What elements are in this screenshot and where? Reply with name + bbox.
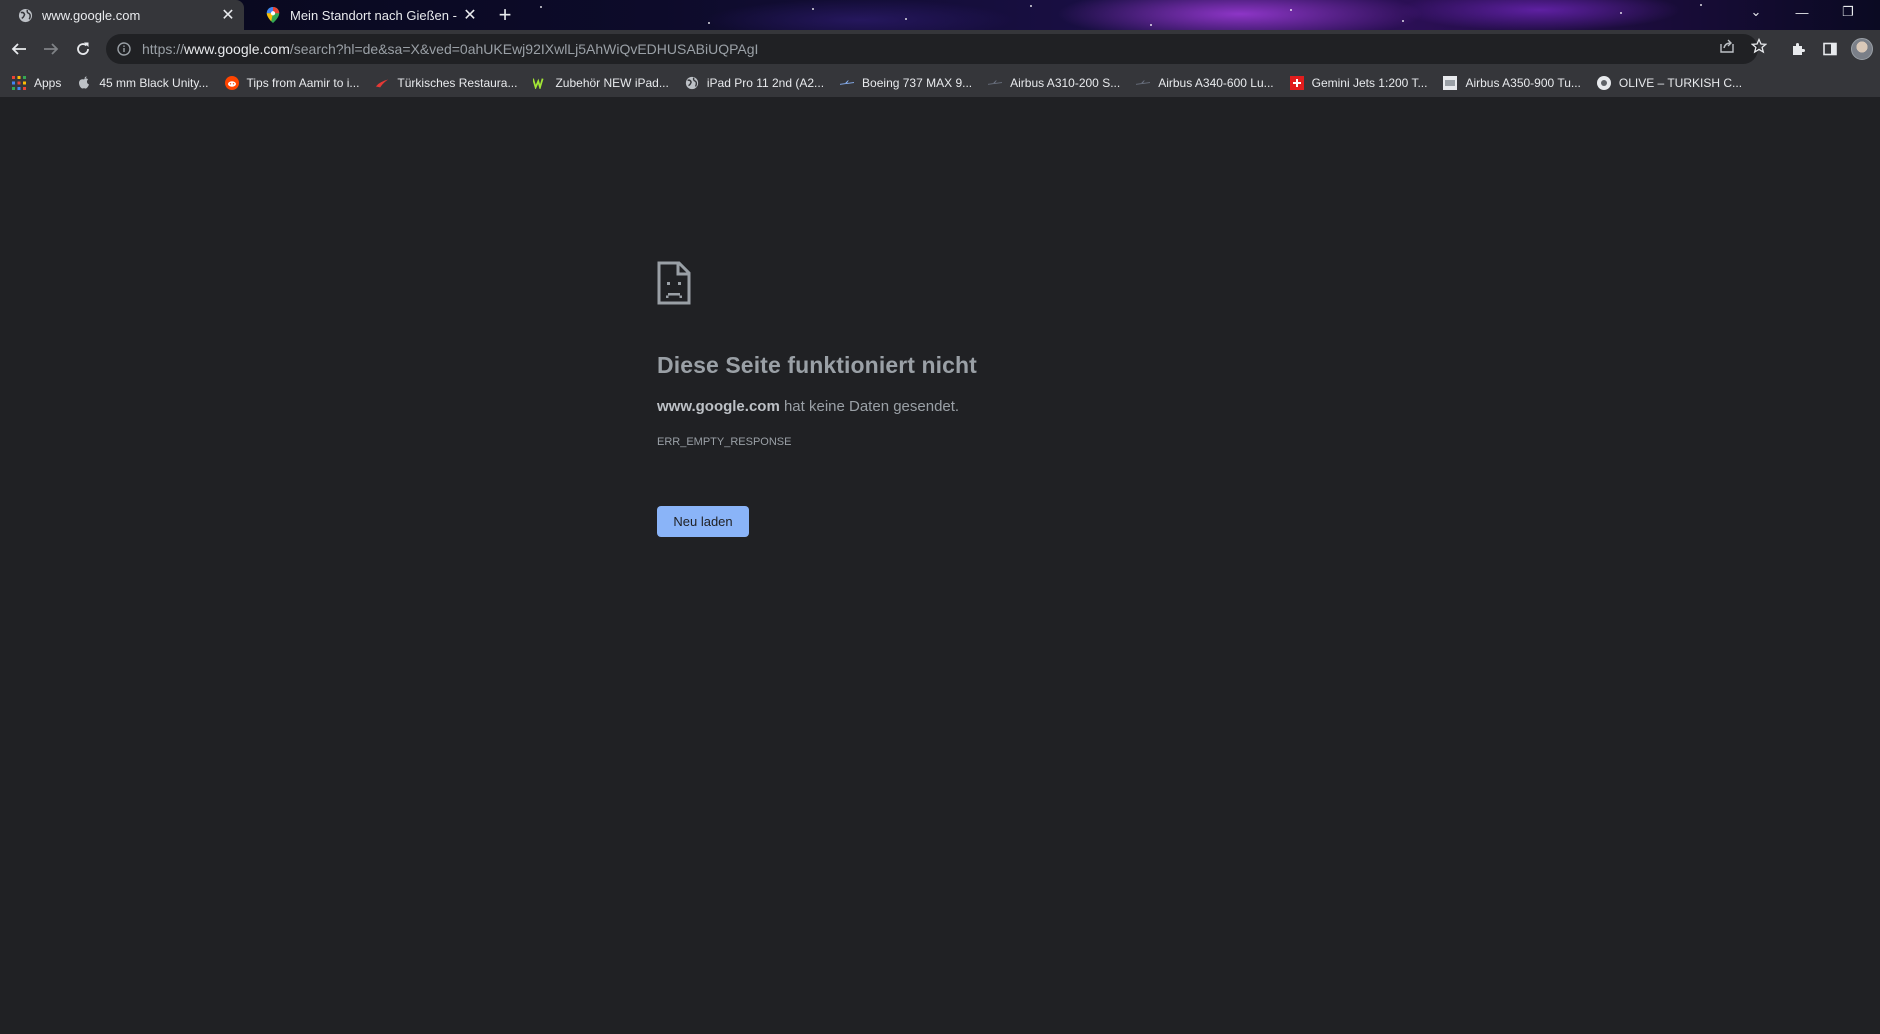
star-icon[interactable] [1749,36,1769,56]
extensions-icon[interactable] [1784,35,1812,63]
reload-icon[interactable] [69,35,97,63]
restore-icon[interactable]: ❐ [1825,0,1871,24]
back-icon[interactable] [5,35,33,63]
globe-icon [685,76,699,90]
sad-document-icon [657,261,691,305]
swiss-flag-icon [1289,75,1304,90]
close-tab-icon[interactable]: ✕ [460,5,480,25]
google-maps-pin-icon [265,7,281,23]
background-star [1402,20,1404,22]
background-star [1150,24,1152,26]
bookmark-label: Tips from Aamir to i... [246,75,360,90]
bookmark-airbus-a350[interactable]: Airbus A350-900 Tu... [1437,71,1586,95]
address-bar[interactable]: https://www.google.com/search?hl=de&sa=X… [106,34,1758,64]
url-host: www.google.com [184,41,290,57]
avatar [1851,38,1873,60]
url-scheme: https:// [142,41,185,57]
globe-icon [17,7,33,23]
bookmark-airbus-a340[interactable]: Airbus A340-600 Lu... [1130,71,1279,95]
error-description: www.google.com hat keine Daten gesendet. [657,398,959,415]
error-host: www.google.com [657,398,780,415]
bookmark-boeing-737[interactable]: Boeing 737 MAX 9... [834,71,978,95]
bookmark-apple-watch[interactable]: 45 mm Black Unity... [71,71,214,95]
tab-title: www.google.com [42,7,141,23]
bookmark-apps[interactable]: Apps [6,71,67,95]
new-tab-button[interactable]: + [493,3,517,27]
bookmark-label: Zubehör NEW iPad... [555,75,669,90]
plane-icon [1136,76,1151,90]
background-star [812,8,814,10]
apple-icon [77,75,91,90]
w-logo-icon [533,76,547,90]
bookmark-reddit[interactable]: Tips from Aamir to i... [219,71,366,95]
background-star [1700,4,1702,6]
tab-google-maps[interactable]: Mein Standort nach Gießen - Goo ✕ [248,0,486,30]
minimize-icon[interactable]: — [1779,0,1825,24]
url-path: /search?hl=de&sa=X&ved=0ahUKEwj92IXwlLj5… [289,41,759,57]
error-code: ERR_EMPTY_RESPONSE [657,436,792,448]
bookmark-label: Boeing 737 MAX 9... [862,75,973,90]
reload-button[interactable]: Neu laden [657,506,749,537]
close-tab-icon[interactable]: ✕ [218,5,238,25]
bookmark-label: Airbus A340-600 Lu... [1158,75,1274,90]
bookmark-label: Airbus A350-900 Tu... [1465,75,1581,90]
page-content: Diese Seite funktioniert nicht www.googl… [0,98,1880,1034]
background-star [1620,12,1622,14]
bookmark-gemini-jets[interactable]: Gemini Jets 1:200 T... [1284,71,1434,95]
tab-strip: www.google.com ✕ Mein Standort nach Gieß… [0,0,1880,30]
bookmark-label: Gemini Jets 1:200 T... [1311,75,1428,90]
bookmark-label: Airbus A310-200 S... [1010,75,1121,90]
profile-avatar[interactable] [1848,35,1876,63]
url-text: https://www.google.com/search?hl=de&sa=X… [142,41,758,57]
bookmark-turkish-restaurant[interactable]: Türkisches Restaura... [369,71,523,95]
plane-icon [988,76,1003,90]
airline-logo-icon [375,76,389,90]
background-star [708,22,710,24]
bookmarks-bar: Apps 45 mm Black Unity... Tips from Aami… [0,68,1880,98]
background-star [905,18,907,20]
browser-toolbar: https://www.google.com/search?hl=de&sa=X… [0,30,1880,68]
side-panel-icon[interactable] [1816,35,1844,63]
bookmark-olive-turkish[interactable]: OLIVE – TURKISH C... [1591,71,1748,95]
tab-title: Mein Standort nach Gießen - Goo [290,7,460,23]
apps-grid-icon [12,75,26,90]
plane-icon [840,76,855,90]
background-star [1290,9,1292,11]
tab-google[interactable]: www.google.com ✕ [0,0,244,30]
page-icon [1443,75,1458,90]
error-message: hat keine Daten gesendet. [779,398,960,415]
error-title: Diese Seite funktioniert nicht [657,352,977,378]
bookmark-label: Türkisches Restaura... [397,75,518,90]
bookmark-airbus-a310[interactable]: Airbus A310-200 S... [982,71,1126,95]
bookmark-label: OLIVE – TURKISH C... [1618,75,1743,90]
bookmark-label: 45 mm Black Unity... [99,75,209,90]
info-icon[interactable] [116,41,132,57]
bookmark-label: iPad Pro 11 2nd (A2... [706,75,825,90]
bookmark-ipad-pro[interactable]: iPad Pro 11 2nd (A2... [679,71,830,95]
forward-icon[interactable] [37,35,65,63]
olive-logo-icon [1596,75,1611,90]
tab-search-icon[interactable]: ⌄ [1733,0,1779,24]
background-star [540,6,542,8]
share-icon[interactable] [1717,36,1737,56]
bookmark-label: Apps [34,75,62,90]
background-star [1030,5,1032,7]
reddit-icon [224,75,239,90]
bookmark-ipad-accessories[interactable]: Zubehör NEW iPad... [527,71,674,95]
